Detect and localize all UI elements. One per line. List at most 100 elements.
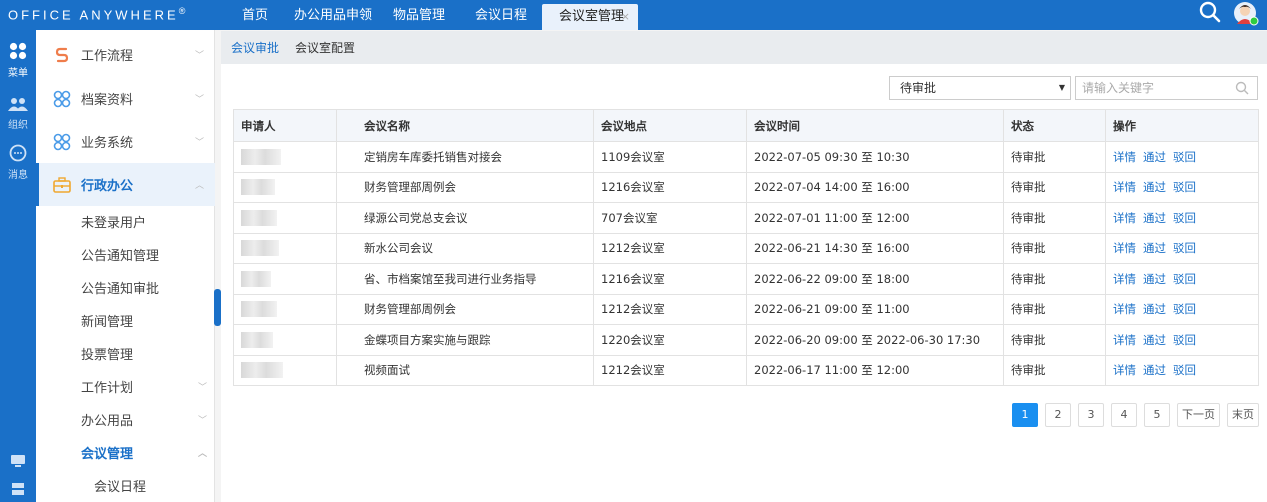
tab-meeting-room-management[interactable]: 会议室管理 × — [542, 4, 638, 30]
sidebar-item-label: 办公用品 — [81, 414, 134, 429]
location-cell: 1212会议室 — [593, 354, 747, 386]
avatar[interactable] — [1232, 1, 1260, 27]
redacted-applicant — [241, 270, 271, 287]
meeting-name-cell: 定销房车库委托销售对接会 — [336, 141, 594, 173]
rail-menu[interactable]: 菜单 — [0, 42, 36, 79]
subtab-meeting-approval[interactable]: 会议审批 — [231, 39, 279, 56]
rail-server[interactable] — [0, 482, 36, 499]
page-4-button[interactable]: 4 — [1111, 403, 1137, 427]
applicant-cell — [233, 263, 337, 295]
chevron-down-icon: ﹀ — [195, 51, 205, 61]
approve-link[interactable]: 通过 — [1143, 363, 1166, 377]
page-1-button[interactable]: 1 — [1012, 403, 1038, 427]
detail-link[interactable]: 详情 — [1113, 333, 1136, 347]
col-time: 会议时间 — [746, 109, 1004, 142]
approve-link[interactable]: 通过 — [1143, 150, 1166, 164]
approve-link[interactable]: 通过 — [1143, 272, 1166, 286]
next-page-button[interactable]: 下一页 — [1177, 403, 1220, 427]
detail-link[interactable]: 详情 — [1113, 302, 1136, 316]
actions-cell: 详情 通过 驳回 — [1105, 263, 1259, 295]
actions-cell: 详情 通过 驳回 — [1105, 293, 1259, 325]
subtab-room-config[interactable]: 会议室配置 — [295, 39, 355, 56]
page-5-button[interactable]: 5 — [1144, 403, 1170, 427]
table-row: 金蝶项目方案实施与跟踪 1220会议室 2022-06-20 09:00 至 202… — [233, 324, 1259, 356]
reject-link[interactable]: 驳回 — [1173, 211, 1196, 225]
reject-link[interactable]: 驳回 — [1173, 363, 1196, 377]
reject-link[interactable]: 驳回 — [1173, 150, 1196, 164]
table-row: 省、市档案馆至我司进行业务指导 1216会议室 2022-06-22 09:00 至… — [233, 263, 1259, 295]
applicant-cell — [233, 202, 337, 234]
sidebar-item-meeting-schedule[interactable]: 会议日程 — [36, 471, 215, 502]
approve-link[interactable]: 通过 — [1143, 241, 1166, 255]
rail-messages[interactable]: 消息 — [0, 144, 36, 181]
sidebar-item-notice-management[interactable]: 公告通知管理 — [36, 240, 215, 273]
last-page-button[interactable]: 末页 — [1227, 403, 1259, 427]
sidebar-item-meeting-management[interactable]: 会议管理 ︿ — [36, 438, 215, 471]
monitor-icon — [11, 455, 25, 467]
approve-link[interactable]: 通过 — [1143, 211, 1166, 225]
sidebar-group-label: 档案资料 — [81, 93, 134, 108]
workflow-icon — [53, 46, 71, 64]
detail-link[interactable]: 详情 — [1113, 150, 1136, 164]
actions-cell: 详情 通过 驳回 — [1105, 354, 1259, 386]
approve-link[interactable]: 通过 — [1143, 333, 1166, 347]
users-icon — [8, 98, 28, 111]
sidebar-item-work-plan[interactable]: 工作计划 ﹀ — [36, 372, 215, 405]
rail-monitor[interactable] — [0, 454, 36, 471]
chevron-down-icon: ﹀ — [195, 138, 205, 148]
meeting-approval-table: 申请人 会议名称 会议地点 会议时间 状态 操作 定销房车库委托销售对接会 110… — [233, 109, 1259, 386]
tab-item-management[interactable]: 物品管理 — [378, 0, 460, 30]
sidebar-group-archives[interactable]: 档案资料 ﹀ — [36, 77, 215, 120]
sidebar-item-label: 工作计划 — [81, 381, 134, 396]
page-2-button[interactable]: 2 — [1045, 403, 1071, 427]
close-icon[interactable]: × — [621, 4, 630, 30]
sidebar-group-administration[interactable]: 行政办公 ︿ — [36, 163, 215, 206]
sidebar-item-label: 会议管理 — [81, 447, 134, 462]
applicant-cell — [233, 293, 337, 325]
approve-link[interactable]: 通过 — [1143, 302, 1166, 316]
approve-link[interactable]: 通过 — [1143, 180, 1166, 194]
table-row: 财务管理部周例会 1212会议室 2022-06-21 09:00 至 11:00 待… — [233, 293, 1259, 325]
location-cell: 1212会议室 — [593, 232, 747, 264]
reject-link[interactable]: 驳回 — [1173, 241, 1196, 255]
server-icon — [12, 483, 24, 495]
search-input[interactable] — [1076, 77, 1226, 99]
rail-label: 消息 — [8, 170, 28, 181]
detail-link[interactable]: 详情 — [1113, 180, 1136, 194]
table-row: 定销房车库委托销售对接会 1109会议室 2022-07-05 09:30 至 10… — [233, 141, 1259, 173]
sidebar: 工作流程 ﹀ 档案资料 ﹀ 业务系统 ﹀ 行政办公 ︿ 未登录用户 公告通知管理… — [36, 30, 215, 502]
applicant-cell — [233, 354, 337, 386]
sidebar-group-workflow[interactable]: 工作流程 ﹀ — [36, 33, 215, 76]
tab-meeting-schedule[interactable]: 会议日程 — [460, 0, 542, 30]
sidebar-collapse-handle[interactable] — [214, 289, 221, 326]
chat-icon — [9, 144, 27, 162]
tab-office-supplies-request[interactable]: 办公用品申领 — [288, 0, 378, 30]
tab-home[interactable]: 首页 — [222, 0, 288, 30]
sidebar-item-vote-management[interactable]: 投票管理 — [36, 339, 215, 372]
detail-link[interactable]: 详情 — [1113, 363, 1136, 377]
table-row: 绿源公司党总支会议 707会议室 2022-07-01 11:00 至 12:00 待… — [233, 202, 1259, 234]
time-cell: 2022-06-21 09:00 至 11:00 — [746, 293, 1004, 325]
sidebar-item-notice-approval[interactable]: 公告通知审批 — [36, 273, 215, 306]
search-icon[interactable] — [1235, 81, 1249, 98]
reject-link[interactable]: 驳回 — [1173, 180, 1196, 194]
reject-link[interactable]: 驳回 — [1173, 272, 1196, 286]
detail-link[interactable]: 详情 — [1113, 211, 1136, 225]
sidebar-group-business[interactable]: 业务系统 ﹀ — [36, 120, 215, 163]
detail-link[interactable]: 详情 — [1113, 272, 1136, 286]
sidebar-group-label: 业务系统 — [81, 136, 134, 151]
sidebar-item-news-management[interactable]: 新闻管理 — [36, 306, 215, 339]
search-icon[interactable] — [1198, 0, 1222, 26]
redacted-applicant — [241, 362, 283, 379]
sidebar-item-unlogged-users[interactable]: 未登录用户 — [36, 207, 215, 240]
reject-link[interactable]: 驳回 — [1173, 333, 1196, 347]
reject-link[interactable]: 驳回 — [1173, 302, 1196, 316]
sidebar-item-office-supplies[interactable]: 办公用品 ﹀ — [36, 405, 215, 438]
detail-link[interactable]: 详情 — [1113, 241, 1136, 255]
rail-organization[interactable]: 组织 — [0, 96, 36, 131]
actions-cell: 详情 通过 驳回 — [1105, 171, 1259, 203]
col-status: 状态 — [1003, 109, 1106, 142]
page-3-button[interactable]: 3 — [1078, 403, 1104, 427]
app-logo[interactable]: OFFICE ANYWHERE® — [8, 6, 185, 22]
status-select[interactable]: 待审批 ▼ — [889, 76, 1071, 100]
